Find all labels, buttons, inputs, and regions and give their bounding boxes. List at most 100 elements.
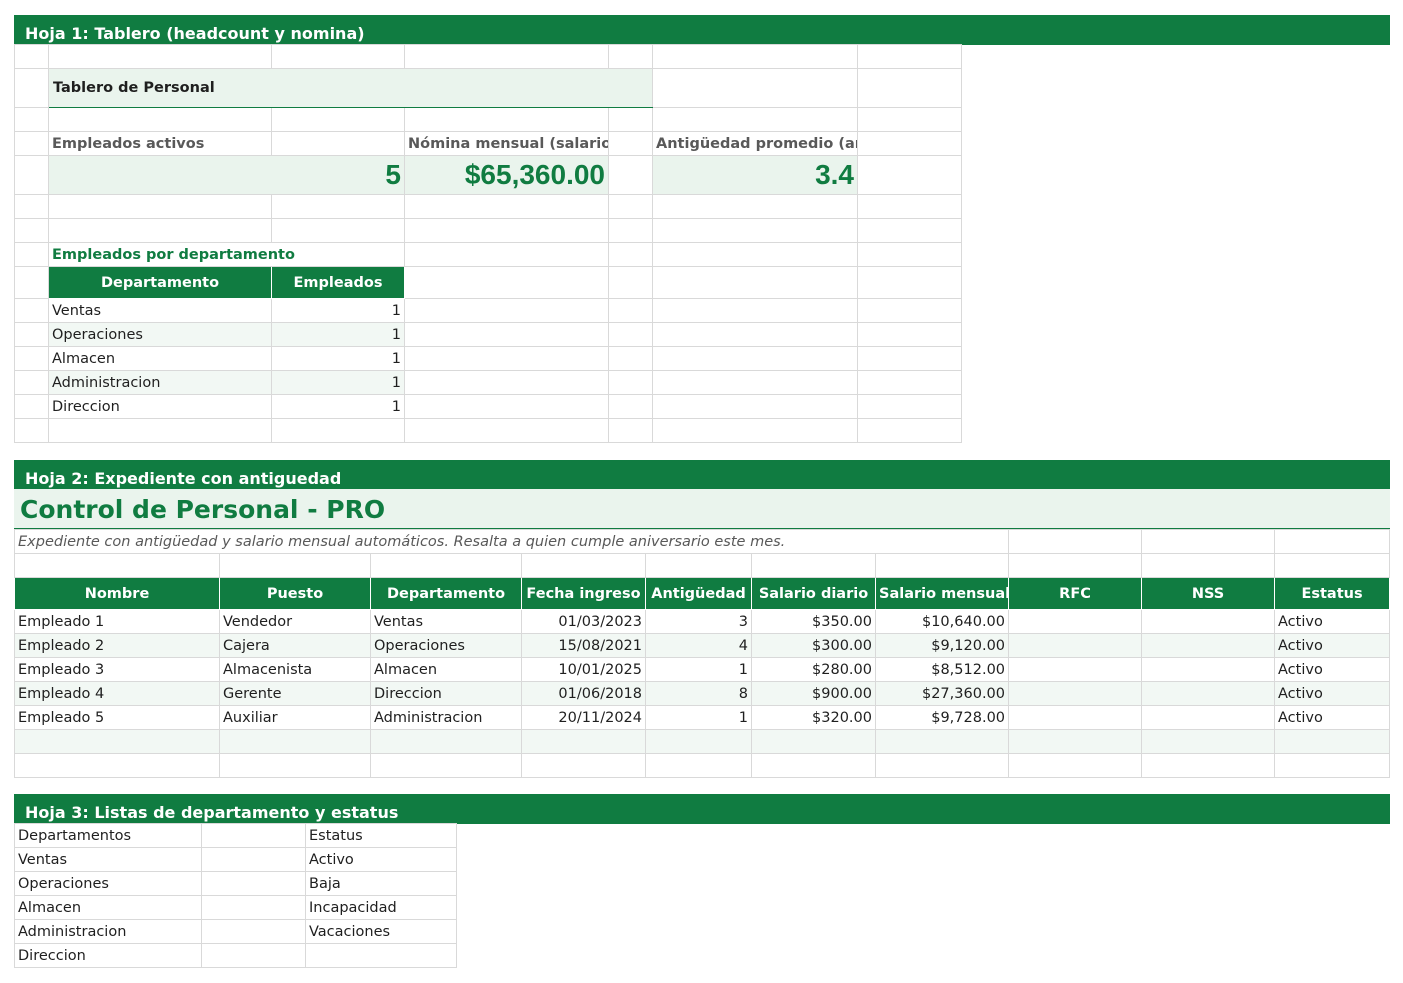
cell-fecha[interactable]: 01/03/2023: [521, 609, 646, 634]
cell-fecha[interactable]: 15/08/2021: [521, 633, 646, 658]
cell-nss[interactable]: [1141, 681, 1276, 706]
list-item-department[interactable]: Almacen: [14, 895, 202, 920]
list-item-status[interactable]: Vacaciones: [305, 919, 457, 944]
dept-name-cell[interactable]: Almacen: [48, 346, 272, 371]
kpi-value-avg-seniority[interactable]: 3.4: [652, 155, 858, 195]
cell-puesto[interactable]: Gerente: [219, 681, 371, 706]
cell-salario-diario[interactable]: $350.00: [751, 609, 876, 634]
count-col-header[interactable]: Empleados: [271, 266, 405, 299]
dept-count-cell[interactable]: 1: [271, 394, 405, 419]
cell-salario-diario[interactable]: $320.00: [751, 705, 876, 730]
col-header-salario-mensual[interactable]: Salario mensual: [874, 577, 1010, 610]
cell-departamento[interactable]: Almacen: [370, 657, 522, 682]
cell-departamento[interactable]: Administracion: [370, 705, 522, 730]
kpi-value-active-employees[interactable]: 5: [48, 155, 405, 195]
dept-name-cell[interactable]: Operaciones: [48, 322, 272, 347]
dept-name-cell[interactable]: Ventas: [48, 298, 272, 323]
cell-estatus[interactable]: Activo: [1274, 681, 1391, 706]
departments-list-header[interactable]: Departamentos: [14, 823, 202, 848]
cell-puesto[interactable]: Vendedor: [219, 609, 371, 634]
sheet1-header-band: Hoja 1: Tablero (headcount y nomina): [14, 15, 1390, 45]
col-header-rfc[interactable]: RFC: [1008, 577, 1143, 610]
kpi-label-active-employees: Empleados activos: [48, 131, 272, 156]
col-header-estatus[interactable]: Estatus: [1274, 577, 1391, 610]
dept-count-cell[interactable]: 1: [271, 298, 405, 323]
cell-nombre[interactable]: Empleado 2: [14, 633, 220, 658]
list-item-status[interactable]: Activo: [305, 847, 457, 872]
cell-puesto[interactable]: Almacenista: [219, 657, 371, 682]
cell-departamento[interactable]: Direccion: [370, 681, 522, 706]
table-row: Empleado 3 Almacenista Almacen 10/01/202…: [14, 657, 1391, 682]
col-header-nombre[interactable]: Nombre: [14, 577, 220, 610]
cell-nombre[interactable]: Empleado 1: [14, 609, 220, 634]
cell-departamento[interactable]: Ventas: [370, 609, 522, 634]
cell-nss[interactable]: [1141, 705, 1276, 730]
col-header-departamento[interactable]: Departamento: [370, 577, 522, 610]
cell-rfc[interactable]: [1008, 705, 1143, 730]
cell-antiguedad[interactable]: 8: [645, 681, 752, 706]
cell-puesto[interactable]: Auxiliar: [219, 705, 371, 730]
cell-rfc[interactable]: [1008, 609, 1143, 634]
cell-estatus[interactable]: Activo: [1274, 705, 1391, 730]
kpi-label-avg-seniority: Antigüedad promedio (años): [652, 131, 858, 156]
list-item-department[interactable]: Administracion: [14, 919, 202, 944]
cell-antiguedad[interactable]: 3: [645, 609, 752, 634]
cell-rfc[interactable]: [1008, 657, 1143, 682]
list-item-department[interactable]: Ventas: [14, 847, 202, 872]
table-row-empty: [14, 729, 1391, 754]
dept-name-cell[interactable]: Administracion: [48, 370, 272, 395]
dashboard-title: Tablero de Personal: [48, 68, 653, 108]
cell-nss[interactable]: [1141, 609, 1276, 634]
cell-salario-mensual[interactable]: $9,120.00: [874, 633, 1010, 658]
cell-fecha[interactable]: 20/11/2024: [521, 705, 646, 730]
table-row: Empleado 1 Vendedor Ventas 01/03/2023 3 …: [14, 609, 1391, 634]
personnel-table: Expediente con antigüedad y salario mens…: [13, 529, 1391, 778]
dept-name-cell[interactable]: Direccion: [48, 394, 272, 419]
dept-row: Ventas 1: [14, 298, 962, 323]
list-item-department[interactable]: Direccion: [14, 943, 202, 968]
cell-nss[interactable]: [1141, 657, 1276, 682]
cell-fecha[interactable]: 10/01/2025: [521, 657, 646, 682]
dept-row: Administracion 1: [14, 370, 962, 395]
col-header-nss[interactable]: NSS: [1141, 577, 1276, 610]
sheet3-header-band: Hoja 3: Listas de departamento y estatus: [14, 794, 1390, 824]
dept-count-cell[interactable]: 1: [271, 346, 405, 371]
cell-salario-mensual[interactable]: $27,360.00: [874, 681, 1010, 706]
dept-count-cell[interactable]: 1: [271, 370, 405, 395]
cell-departamento[interactable]: Operaciones: [370, 633, 522, 658]
col-header-salario-diario[interactable]: Salario diario: [751, 577, 876, 610]
list-item-status[interactable]: Baja: [305, 871, 457, 896]
cell-nss[interactable]: [1141, 633, 1276, 658]
cell-salario-diario[interactable]: $900.00: [751, 681, 876, 706]
cell-nombre[interactable]: Empleado 4: [14, 681, 220, 706]
cell-antiguedad[interactable]: 4: [645, 633, 752, 658]
cell-antiguedad[interactable]: 1: [645, 657, 752, 682]
cell-nombre[interactable]: Empleado 3: [14, 657, 220, 682]
cell-nombre[interactable]: Empleado 5: [14, 705, 220, 730]
status-list-header[interactable]: Estatus: [305, 823, 457, 848]
cell-puesto[interactable]: Cajera: [219, 633, 371, 658]
cell-salario-mensual[interactable]: $10,640.00: [874, 609, 1010, 634]
cell-rfc[interactable]: [1008, 633, 1143, 658]
cell-salario-mensual[interactable]: $8,512.00: [874, 657, 1010, 682]
cell-estatus[interactable]: Activo: [1274, 657, 1391, 682]
kpi-value-monthly-payroll[interactable]: $65,360.00: [404, 155, 609, 195]
sheet2-header-band: Hoja 2: Expediente con antiguedad: [14, 460, 1390, 490]
dept-col-header[interactable]: Departamento: [48, 266, 272, 299]
list-item-department[interactable]: Operaciones: [14, 871, 202, 896]
list-item-status[interactable]: Incapacidad: [305, 895, 457, 920]
cell-estatus[interactable]: Activo: [1274, 633, 1391, 658]
cell-salario-diario[interactable]: $300.00: [751, 633, 876, 658]
col-header-antiguedad[interactable]: Antigüedad: [645, 577, 752, 610]
cell-fecha[interactable]: 01/06/2018: [521, 681, 646, 706]
cell-antiguedad[interactable]: 1: [645, 705, 752, 730]
col-header-puesto[interactable]: Puesto: [219, 577, 371, 610]
cell-salario-diario[interactable]: $280.00: [751, 657, 876, 682]
cell-rfc[interactable]: [1008, 681, 1143, 706]
col-header-fecha-ingreso[interactable]: Fecha ingreso: [521, 577, 646, 610]
table-row: Empleado 2 Cajera Operaciones 15/08/2021…: [14, 633, 1391, 658]
cell-salario-mensual[interactable]: $9,728.00: [874, 705, 1010, 730]
cell-estatus[interactable]: Activo: [1274, 609, 1391, 634]
personnel-control-title: Control de Personal - PRO: [14, 489, 1390, 529]
dept-count-cell[interactable]: 1: [271, 322, 405, 347]
